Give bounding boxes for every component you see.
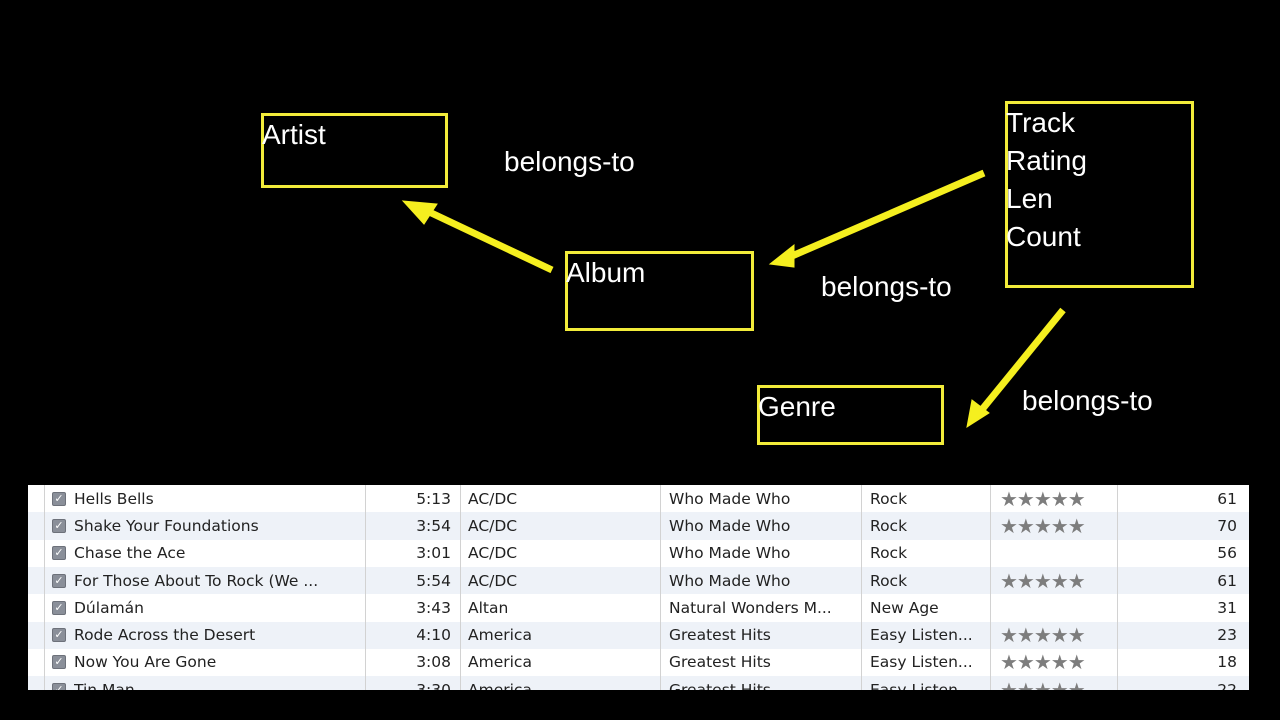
table-row[interactable]: ✓ Chase the Ace 3:01 AC/DC Who Made Who Rock 5… xyxy=(28,540,1249,567)
column-divider xyxy=(460,485,461,690)
track-checkbox[interactable]: ✓ xyxy=(52,655,66,670)
track-genre: Easy Listen... xyxy=(870,680,973,690)
track-album: Who Made Who xyxy=(669,489,791,508)
track-play-count: 23 xyxy=(1217,626,1237,645)
track-artist: AC/DC xyxy=(468,489,518,508)
track-time: 3:43 xyxy=(416,598,451,617)
track-name: Now You Are Gone xyxy=(74,653,217,672)
track-time: 5:54 xyxy=(416,571,451,590)
track-name: For Those About To Rock (We ... xyxy=(74,571,319,590)
column-divider xyxy=(861,485,862,690)
track-play-count: 61 xyxy=(1217,571,1237,590)
column-divider xyxy=(44,485,45,690)
track-artist: AC/DC xyxy=(468,544,518,563)
arrows-layer xyxy=(401,169,1066,429)
track-rating[interactable]: ★★★★★ xyxy=(1000,678,1110,690)
track-album: Who Made Who xyxy=(669,571,791,590)
track-time: 3:08 xyxy=(416,653,451,672)
arrow-track-to-album xyxy=(768,169,986,268)
track-rating[interactable]: ★★★★★ xyxy=(1000,650,1110,674)
track-checkbox[interactable]: ✓ xyxy=(52,682,66,690)
track-time: 4:10 xyxy=(416,626,451,645)
track-play-count: 56 xyxy=(1217,544,1237,563)
track-time: 3:30 xyxy=(416,680,451,690)
track-name: Shake Your Foundations xyxy=(74,516,259,535)
track-name: Chase the Ace xyxy=(74,544,186,563)
track-genre: Rock xyxy=(870,571,908,590)
track-play-count: 70 xyxy=(1217,516,1237,535)
track-artist: Altan xyxy=(468,598,509,617)
track-time: 3:01 xyxy=(416,544,451,563)
column-divider xyxy=(660,485,661,690)
track-artist: America xyxy=(468,626,532,645)
arrow-album-to-artist xyxy=(401,200,554,274)
track-genre: Easy Listen... xyxy=(870,653,973,672)
track-name: Rode Across the Desert xyxy=(74,626,256,645)
track-rating[interactable]: ★★★★★ xyxy=(1000,487,1110,511)
track-genre: Rock xyxy=(870,489,908,508)
column-divider xyxy=(365,485,366,690)
track-rating[interactable]: ★★★★★ xyxy=(1000,623,1110,647)
table-row[interactable]: ✓ For Those About To Rock (We ... 5:54 AC/D… xyxy=(28,566,1249,595)
track-artist: AC/DC xyxy=(468,516,518,535)
track-genre: Easy Listen... xyxy=(870,626,973,645)
track-genre: Rock xyxy=(870,516,908,535)
track-checkbox[interactable]: ✓ xyxy=(52,491,66,506)
track-artist: America xyxy=(468,653,532,672)
track-play-count: 22 xyxy=(1217,680,1237,690)
arrow-track-to-genre xyxy=(966,307,1066,429)
track-play-count: 18 xyxy=(1217,653,1237,672)
track-time: 3:54 xyxy=(416,516,451,535)
track-album: Who Made Who xyxy=(669,516,791,535)
track-name: Hells Bells xyxy=(74,489,154,508)
track-artist: AC/DC xyxy=(468,571,518,590)
track-album: Greatest Hits xyxy=(669,626,771,645)
track-rating[interactable]: ★★★★★ xyxy=(1000,569,1110,593)
track-genre: Rock xyxy=(870,544,908,563)
column-divider xyxy=(990,485,991,690)
track-name: Dúlamán xyxy=(74,598,144,617)
track-album: Greatest Hits xyxy=(669,680,771,690)
track-play-count: 61 xyxy=(1217,489,1237,508)
table-row[interactable]: ✓ Rode Across the Desert 4:10 America Greate… xyxy=(28,621,1249,649)
track-rating[interactable]: ★★★★★ xyxy=(1000,514,1110,538)
table-row[interactable]: ✓ Shake Your Foundations 3:54 AC/DC Who Made… xyxy=(28,512,1249,540)
track-time: 5:13 xyxy=(416,489,451,508)
track-table: ✓ Hells Bells 5:13 AC/DC Who Made Who Rock ★★★… xyxy=(28,485,1249,690)
track-checkbox[interactable]: ✓ xyxy=(52,628,66,643)
track-artist: America xyxy=(468,680,532,690)
track-album: Natural Wonders M... xyxy=(669,598,832,617)
track-play-count: 31 xyxy=(1217,598,1237,617)
track-album: Greatest Hits xyxy=(669,653,771,672)
track-checkbox[interactable]: ✓ xyxy=(52,546,66,561)
table-row[interactable]: ✓ Now You Are Gone 3:08 America Greatest Hit… xyxy=(28,649,1249,676)
column-divider xyxy=(1117,485,1118,690)
track-checkbox[interactable]: ✓ xyxy=(52,518,66,533)
table-row[interactable]: ✓ Dúlamán 3:43 Altan Natural Wonders M... New… xyxy=(28,594,1249,621)
table-row[interactable]: ✓ Tin Man 3:30 America Greatest Hits Easy Lis… xyxy=(28,676,1249,690)
track-checkbox[interactable]: ✓ xyxy=(52,600,66,615)
track-checkbox[interactable]: ✓ xyxy=(52,573,66,588)
track-genre: New Age xyxy=(870,598,939,617)
track-name: Tin Man xyxy=(74,680,135,690)
table-row[interactable]: ✓ Hells Bells 5:13 AC/DC Who Made Who Rock ★★★… xyxy=(28,485,1249,512)
track-album: Who Made Who xyxy=(669,544,791,563)
